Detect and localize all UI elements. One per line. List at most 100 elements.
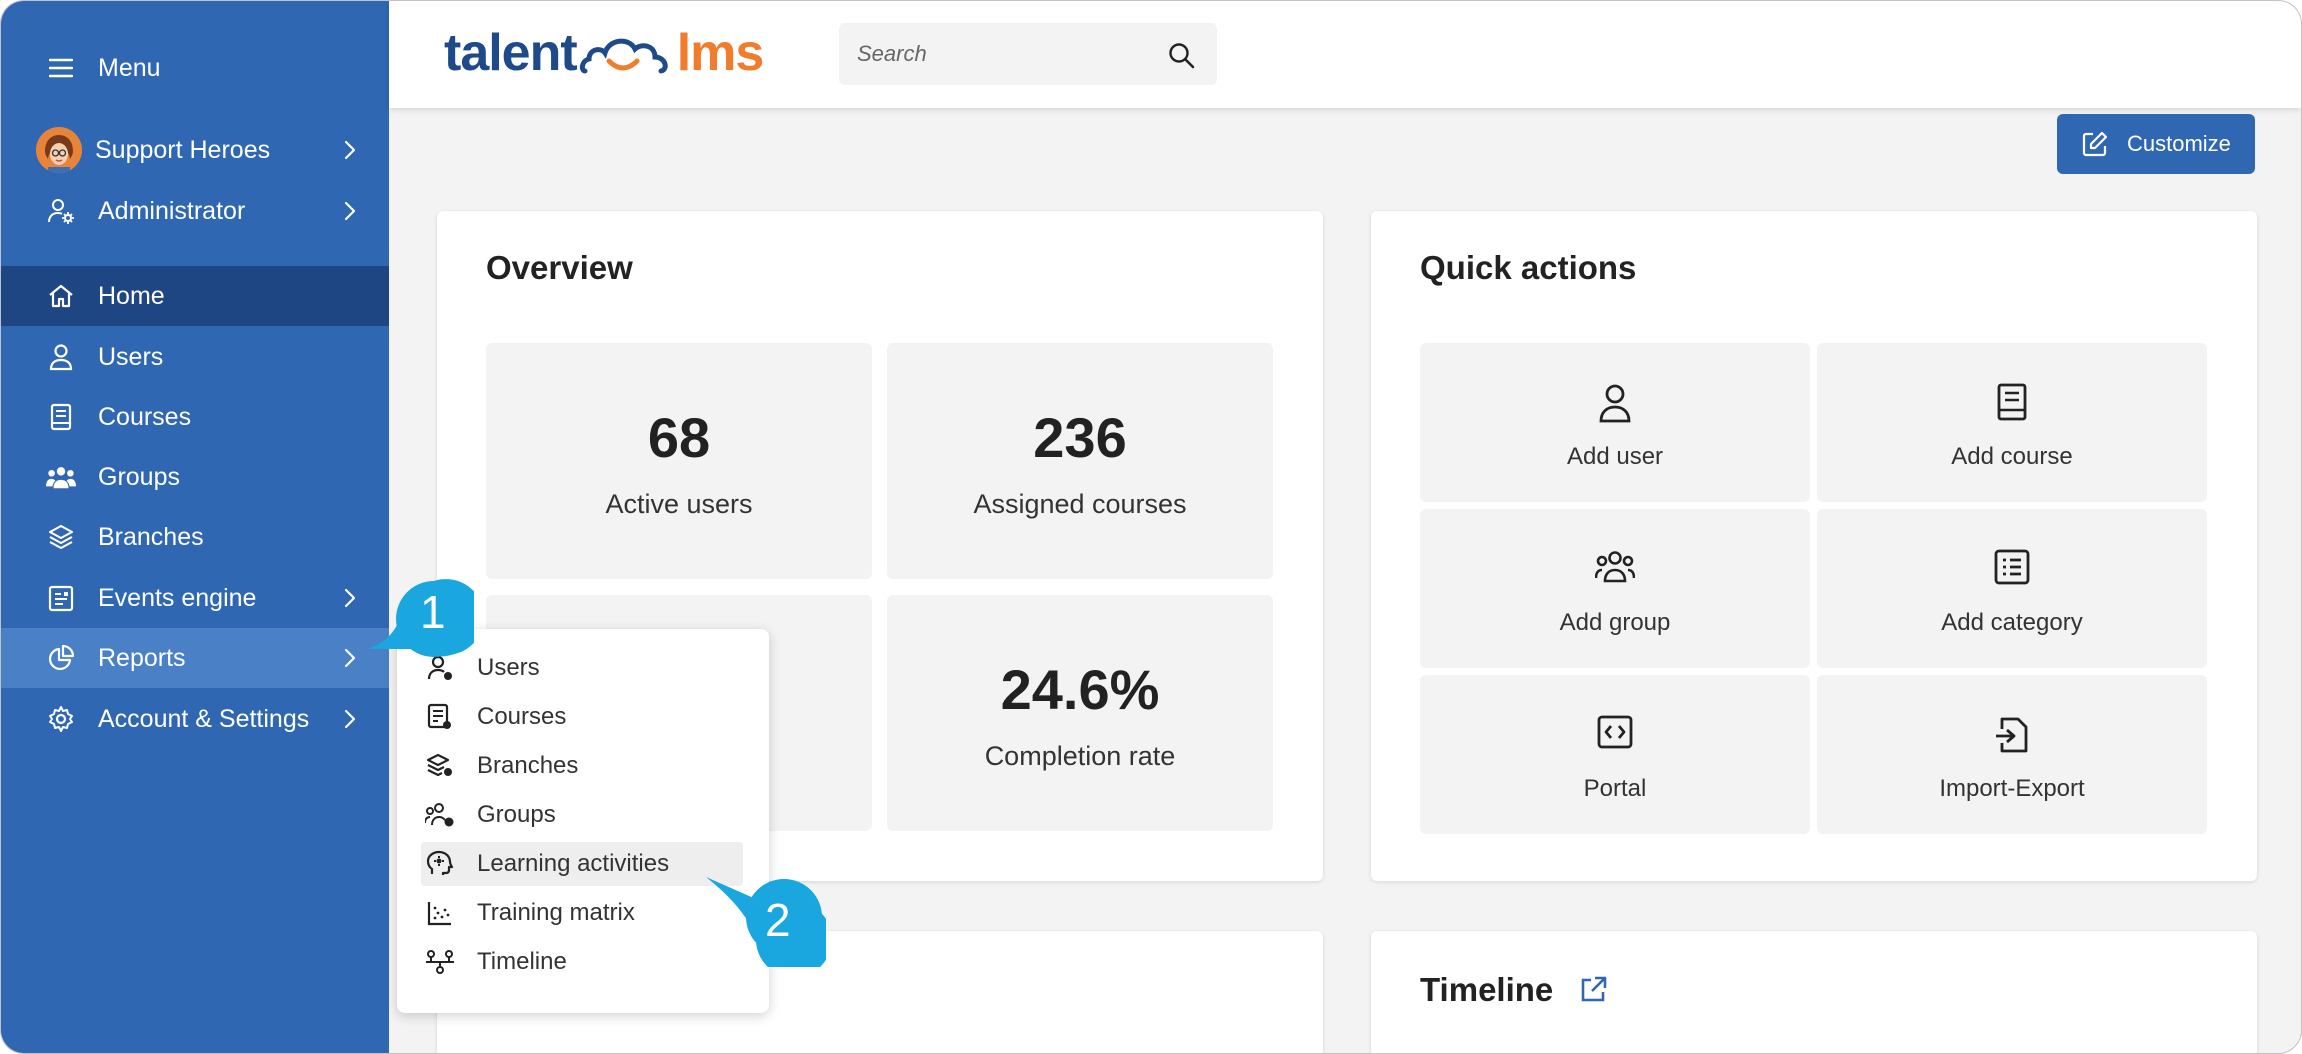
stat-active-users[interactable]: 68 Active users (486, 343, 872, 579)
reports-menu-learning-activities[interactable]: Learning activities (421, 842, 743, 886)
chevron-right-icon (344, 140, 356, 160)
portal-label: Support Heroes (95, 135, 271, 164)
search-icon[interactable] (1167, 41, 1195, 69)
dropdown-item-label: Branches (477, 752, 579, 779)
portal-switcher[interactable]: Support Heroes (1, 121, 389, 179)
sidebar-item-courses[interactable]: Courses (1, 387, 389, 447)
sidebar-item-account-settings[interactable]: Account & Settings (1, 689, 389, 749)
book-icon (1997, 383, 2027, 421)
import-icon (1996, 717, 2028, 753)
branch-report-icon (425, 751, 455, 781)
edit-icon (2082, 131, 2108, 157)
stat-value: 24.6% (1000, 658, 1160, 721)
sidebar-item-label: Home (98, 281, 165, 310)
book-icon (46, 402, 76, 432)
quick-action-label: Add user (1566, 443, 1664, 470)
group-icon (46, 462, 76, 492)
app-window: Menu Support Heroes Administrator Home U… (0, 0, 2302, 1054)
sidebar-item-reports[interactable]: Reports (1, 628, 389, 688)
role-label: Administrator (98, 196, 246, 225)
add-user-button[interactable]: Add user (1420, 343, 1810, 502)
reports-menu-courses[interactable]: Courses (421, 695, 743, 739)
quick-action-label: Import-Export (1939, 775, 2085, 802)
role-switcher[interactable]: Administrator (1, 182, 389, 240)
course-report-icon (425, 702, 455, 732)
dropdown-item-label: Learning activities (477, 850, 670, 877)
brain-gear-icon (425, 849, 455, 879)
reports-menu-groups[interactable]: Groups (421, 793, 743, 837)
cloud-logo-icon (579, 38, 668, 74)
group-report-icon (425, 800, 455, 830)
list-icon (1994, 549, 2030, 585)
dropdown-item-label: Timeline (477, 948, 567, 975)
user-icon (1599, 384, 1631, 423)
quick-action-label: Portal (1583, 775, 1647, 802)
menu-label: Menu (98, 53, 161, 82)
chevron-right-icon (344, 648, 356, 668)
user-settings-icon (46, 196, 76, 226)
dropdown-item-label: Users (477, 654, 540, 681)
logo-text-left: talent (444, 24, 578, 82)
stat-assigned-courses[interactable]: 236 Assigned courses (887, 343, 1273, 579)
scatter-chart-icon (425, 898, 455, 928)
reports-menu-training-matrix[interactable]: Training matrix (421, 891, 743, 935)
sidebar-item-label: Courses (98, 402, 192, 431)
stat-completion-rate[interactable]: 24.6% Completion rate (887, 595, 1273, 831)
overview-title: Overview (486, 249, 633, 286)
gear-icon (46, 704, 76, 734)
chevron-right-icon (344, 588, 356, 608)
sidebar-item-label: Account & Settings (98, 704, 310, 733)
sidebar-item-users[interactable]: Users (1, 327, 389, 387)
callout-2-number: 2 (765, 894, 791, 946)
dropdown-item-label: Courses (477, 703, 567, 730)
add-group-button[interactable]: Add group (1420, 509, 1810, 668)
dropdown-item-label: Groups (477, 801, 556, 828)
chevron-right-icon (344, 201, 356, 221)
customize-button[interactable]: Customize (2057, 114, 2255, 174)
group-icon (1595, 551, 1635, 583)
timeline-icon (425, 947, 455, 977)
sidebar: Menu Support Heroes Administrator Home U… (1, 1, 389, 1053)
reports-menu-timeline[interactable]: Timeline (421, 940, 743, 984)
search-input[interactable] (839, 23, 1157, 85)
user-icon (46, 342, 76, 372)
timeline-card: Timeline (1371, 931, 2257, 1053)
chevron-right-icon (344, 709, 356, 729)
code-icon (1597, 715, 1633, 749)
sidebar-item-home[interactable]: Home (1, 266, 389, 326)
quick-action-label: Add category (1941, 609, 2083, 636)
avatar (36, 127, 82, 173)
quick-actions-card: Quick actions Add user Add course Add gr… (1371, 211, 2257, 881)
sidebar-item-label: Groups (98, 462, 180, 491)
sidebar-item-groups[interactable]: Groups (1, 447, 389, 507)
sidebar-item-label: Users (98, 342, 164, 371)
dropdown-item-label: Training matrix (477, 899, 635, 926)
import-export-button[interactable]: Import-Export (1817, 675, 2207, 834)
stat-label: Assigned courses (973, 489, 1187, 519)
portal-button[interactable]: Portal (1420, 675, 1810, 834)
top-bar: talent lms (389, 1, 2301, 108)
talentlms-logo[interactable]: talent lms (444, 21, 765, 85)
sidebar-item-branches[interactable]: Branches (1, 507, 389, 567)
pie-chart-icon (46, 643, 76, 673)
external-link-icon[interactable] (1578, 975, 1608, 1005)
stat-label: Completion rate (984, 741, 1176, 771)
quick-action-label: Add course (1951, 443, 2073, 470)
sidebar-item-events-engine[interactable]: Events engine (1, 568, 389, 628)
reports-menu-branches[interactable]: Branches (421, 744, 743, 788)
quick-actions-title: Quick actions (1420, 249, 1637, 286)
add-category-button[interactable]: Add category (1817, 509, 2207, 668)
hamburger-icon (46, 53, 76, 83)
home-icon (46, 281, 76, 311)
customize-label: Customize (2127, 131, 2231, 156)
add-course-button[interactable]: Add course (1817, 343, 2207, 502)
timeline-title: Timeline (1420, 971, 1554, 1008)
search-box[interactable] (839, 23, 1217, 85)
sidebar-item-label: Events engine (98, 583, 257, 612)
callout-1-number: 1 (420, 586, 446, 638)
calendar-icon (46, 583, 76, 613)
logo-text-right: lms (676, 24, 765, 82)
menu-toggle[interactable]: Menu (1, 39, 389, 97)
stat-value: 68 (647, 406, 711, 469)
layers-icon (46, 522, 76, 552)
